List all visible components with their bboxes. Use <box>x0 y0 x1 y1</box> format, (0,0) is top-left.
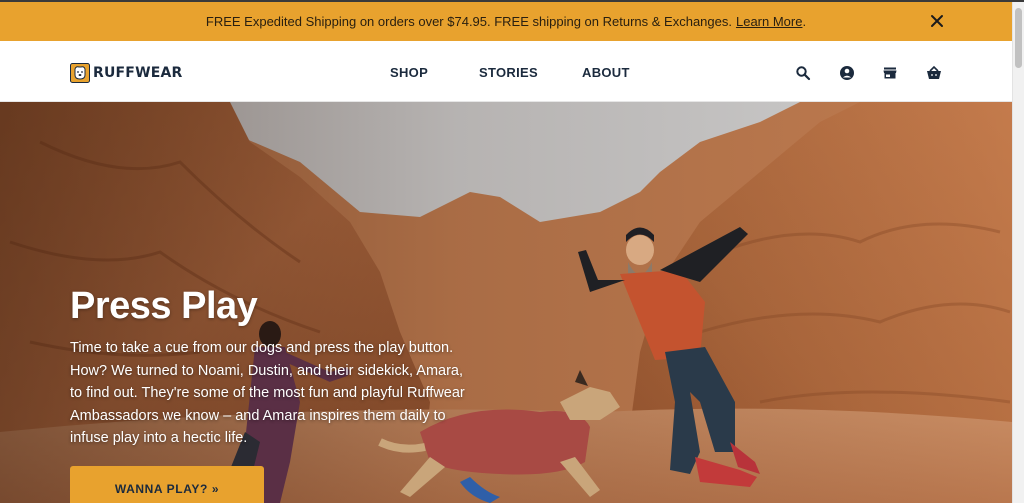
nav-stories[interactable]: STORIES <box>479 65 538 80</box>
nav-shop[interactable]: SHOP <box>390 65 428 80</box>
store-icon[interactable] <box>882 65 898 81</box>
promo-trailing: . <box>802 14 807 29</box>
promo-banner: FREE Expedited Shipping on orders over $… <box>0 2 1012 41</box>
close-icon[interactable] <box>928 12 946 30</box>
promo-text-wrap: FREE Expedited Shipping on orders over $… <box>206 14 806 29</box>
scrollbar-thumb[interactable] <box>1015 8 1022 68</box>
hero-title: Press Play <box>70 285 258 327</box>
account-icon[interactable] <box>839 65 855 81</box>
hero-banner: Press Play Time to take a cue from our d… <box>0 102 1012 503</box>
nav-about[interactable]: ABOUT <box>582 65 630 80</box>
search-icon[interactable] <box>795 65 811 81</box>
wanna-play-button[interactable]: WANNA PLAY? » <box>70 466 264 503</box>
learn-more-link[interactable]: Learn More <box>736 14 802 29</box>
hero-body-text: Time to take a cue from our dogs and pre… <box>70 340 465 446</box>
cart-icon[interactable] <box>926 65 942 81</box>
brand-logo[interactable]: RUFFWEAR <box>70 63 183 83</box>
promo-text: FREE Expedited Shipping on orders over $… <box>205 14 732 29</box>
brand-name: RUFFWEAR <box>93 65 183 81</box>
dog-logo-icon <box>70 63 90 83</box>
site-header: RUFFWEAR SHOP STORIES ABOUT <box>0 41 1012 102</box>
page-scrollbar[interactable] <box>1012 2 1024 503</box>
